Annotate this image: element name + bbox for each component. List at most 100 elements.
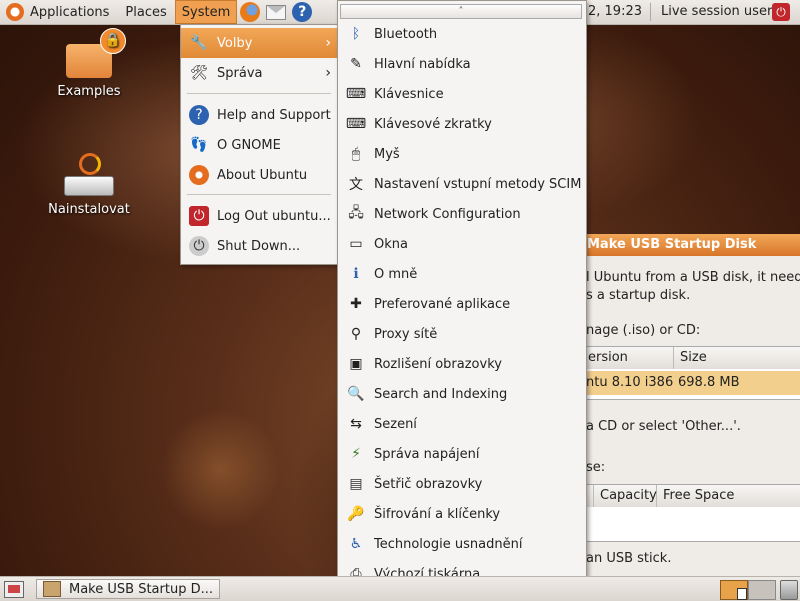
- column-header-capacity[interactable]: Capacity: [594, 485, 657, 507]
- menu-item-pref[interactable]: 🖧 Network Configuration: [338, 199, 584, 229]
- accessibility-icon: ♿: [349, 536, 363, 552]
- preferences-icon: 🔧: [190, 35, 208, 51]
- menu-item-help[interactable]: ? Help and Support: [181, 100, 337, 130]
- keyboard-shortcuts-icon: ⌨: [345, 116, 367, 132]
- menu-item-pref[interactable]: ▤ Šetřič obrazovky: [338, 469, 584, 499]
- menu-item-label: Shut Down...: [217, 238, 301, 254]
- folder-icon: 🔒: [66, 28, 126, 78]
- usb-hint: an USB stick.: [586, 551, 672, 566]
- column-header-size[interactable]: Size: [674, 347, 800, 369]
- menu-separator: [187, 194, 331, 195]
- menu-item-label: Technologie usnadnění: [374, 536, 523, 552]
- clock[interactable]: 2, 19:23: [586, 0, 642, 24]
- dialog-title[interactable]: Make USB Startup Disk: [561, 234, 800, 256]
- menu-item-label: About Ubuntu: [217, 167, 308, 183]
- help-launcher[interactable]: ?: [291, 1, 313, 23]
- screensaver-icon: ▤: [349, 476, 363, 492]
- table-row-selected[interactable]: ntu 8.10 i386 698.8 MB: [582, 371, 800, 395]
- menu-item-pref[interactable]: ✎ Hlavní nabídka: [338, 49, 584, 79]
- menu-scroll-up[interactable]: ˄: [340, 4, 582, 19]
- install-drive-icon: [64, 153, 114, 196]
- keyboard-icon: ⌨: [345, 86, 367, 102]
- source-version: ntu 8.10 i386: [586, 375, 674, 390]
- menu-item-pref[interactable]: ♿ Technologie usnadnění: [338, 529, 584, 559]
- menu-item-label: Nastavení vstupní metody SCIM: [374, 176, 582, 192]
- desktop-icon-install[interactable]: Nainstalovat: [44, 150, 134, 217]
- source-size: 698.8 MB: [678, 375, 740, 390]
- ubuntu-logo-icon: [6, 3, 24, 21]
- show-desktop-button[interactable]: [4, 581, 24, 598]
- menu-item-label: Proxy sítě: [374, 326, 438, 342]
- menu-item-pref[interactable]: 文 Nastavení vstupní metody SCIM: [338, 169, 584, 199]
- system-menu[interactable]: System: [174, 0, 238, 24]
- menu-item-label: Hlavní nabídka: [374, 56, 471, 72]
- menu-item-label: Šetřič obrazovky: [374, 476, 483, 492]
- column-header-free-space[interactable]: Free Space: [657, 485, 800, 507]
- desktop-icon-label: Nainstalovat: [48, 202, 130, 217]
- menu-separator: [187, 93, 331, 94]
- menu-item-label: Šifrování a klíčenky: [374, 506, 501, 522]
- disk-prompt: se:: [586, 460, 606, 475]
- source-prompt: nage (.iso) or CD:: [586, 323, 701, 338]
- menu-item-label: Help and Support: [217, 107, 331, 123]
- firefox-launcher[interactable]: [239, 1, 261, 23]
- menu-item-label: O mně: [374, 266, 418, 282]
- source-table[interactable]: ersion Size ntu 8.10 i386 698.8 MB: [581, 346, 800, 400]
- taskbar-button-usb-startup[interactable]: Make USB Startup D...: [36, 579, 220, 599]
- menu-item-about-gnome[interactable]: 👣 O GNOME: [181, 130, 337, 160]
- menu-item-label: Sezení: [374, 416, 417, 432]
- sessions-icon: ⇆: [350, 416, 362, 432]
- menu-item-pref[interactable]: ⌨ Klávesové zkratky: [338, 109, 584, 139]
- desktop-icon-examples[interactable]: 🔒 Examples: [44, 28, 134, 99]
- menu-item-pref[interactable]: ᛒ Bluetooth: [338, 19, 584, 49]
- places-menu[interactable]: Places: [119, 0, 172, 24]
- menu-item-logout[interactable]: ⏻ Log Out ubuntu...: [181, 201, 337, 231]
- ubuntu-icon: [189, 165, 209, 185]
- menu-item-label: Search and Indexing: [374, 386, 508, 402]
- menu-item-pref[interactable]: ⇆ Sezení: [338, 409, 584, 439]
- power-icon[interactable]: ⏻: [772, 3, 790, 21]
- menu-item-sprava[interactable]: 🛠 Správa ›: [181, 58, 337, 88]
- menu-item-shutdown[interactable]: ⏻ Shut Down...: [181, 231, 337, 261]
- menu-item-pref[interactable]: ▭ Okna: [338, 229, 584, 259]
- mouse-icon: 🖱: [351, 146, 361, 162]
- menu-item-pref[interactable]: ✚ Preferované aplikace: [338, 289, 584, 319]
- disk-table[interactable]: Capacity Free Space: [581, 484, 800, 542]
- menu-item-pref[interactable]: ℹ O mně: [338, 259, 584, 289]
- system-dropdown: 🔧 Volby › 🛠 Správa › ? Help and Support …: [180, 24, 338, 265]
- search-indexing-icon: 🔍: [347, 386, 365, 402]
- trash-icon[interactable]: [780, 580, 798, 600]
- menu-item-volby[interactable]: 🔧 Volby ›: [181, 28, 337, 58]
- scim-icon: 文: [349, 177, 363, 193]
- lock-icon: 🔒: [100, 28, 126, 54]
- dialog-intro-line1: l Ubuntu from a USB disk, it need: [586, 270, 800, 285]
- menu-item-label: Myš: [374, 146, 400, 162]
- gnome-foot-icon: 👣: [190, 137, 208, 153]
- help-icon: ?: [292, 2, 313, 22]
- panel-separator: [650, 3, 651, 21]
- main-menu-icon: ✎: [350, 56, 362, 72]
- windows-icon: ▭: [349, 236, 363, 252]
- desktop-icon-label: Examples: [57, 84, 121, 99]
- menu-item-about-ubuntu[interactable]: About Ubuntu: [181, 160, 337, 190]
- about-me-icon: ℹ: [353, 266, 359, 282]
- menu-item-label: O GNOME: [217, 137, 281, 153]
- menu-item-label: Klávesové zkratky: [374, 116, 492, 132]
- mail-icon: [266, 4, 287, 20]
- column-header-version[interactable]: ersion: [582, 347, 674, 369]
- menu-item-pref[interactable]: ⌨ Klávesnice: [338, 79, 584, 109]
- chevron-right-icon: ›: [325, 35, 331, 51]
- menu-item-pref[interactable]: 🔍 Search and Indexing: [338, 379, 584, 409]
- workspace-2[interactable]: [748, 580, 776, 600]
- dialog-intro-line2: s a startup disk.: [586, 288, 691, 303]
- menu-item-label: Log Out ubuntu...: [217, 208, 331, 224]
- menu-item-pref[interactable]: 🖱 Myš: [338, 139, 584, 169]
- menu-item-pref[interactable]: 🔑 Šifrování a klíčenky: [338, 499, 584, 529]
- mail-launcher[interactable]: [265, 1, 287, 23]
- menu-item-pref[interactable]: ▣ Rozlišení obrazovky: [338, 349, 584, 379]
- workspace-1[interactable]: [720, 580, 748, 600]
- applications-menu[interactable]: Applications: [30, 0, 115, 24]
- session-user[interactable]: Live session user: [661, 0, 772, 24]
- menu-item-pref[interactable]: ⚡ Správa napájení: [338, 439, 584, 469]
- menu-item-pref[interactable]: ⚲ Proxy sítě: [338, 319, 584, 349]
